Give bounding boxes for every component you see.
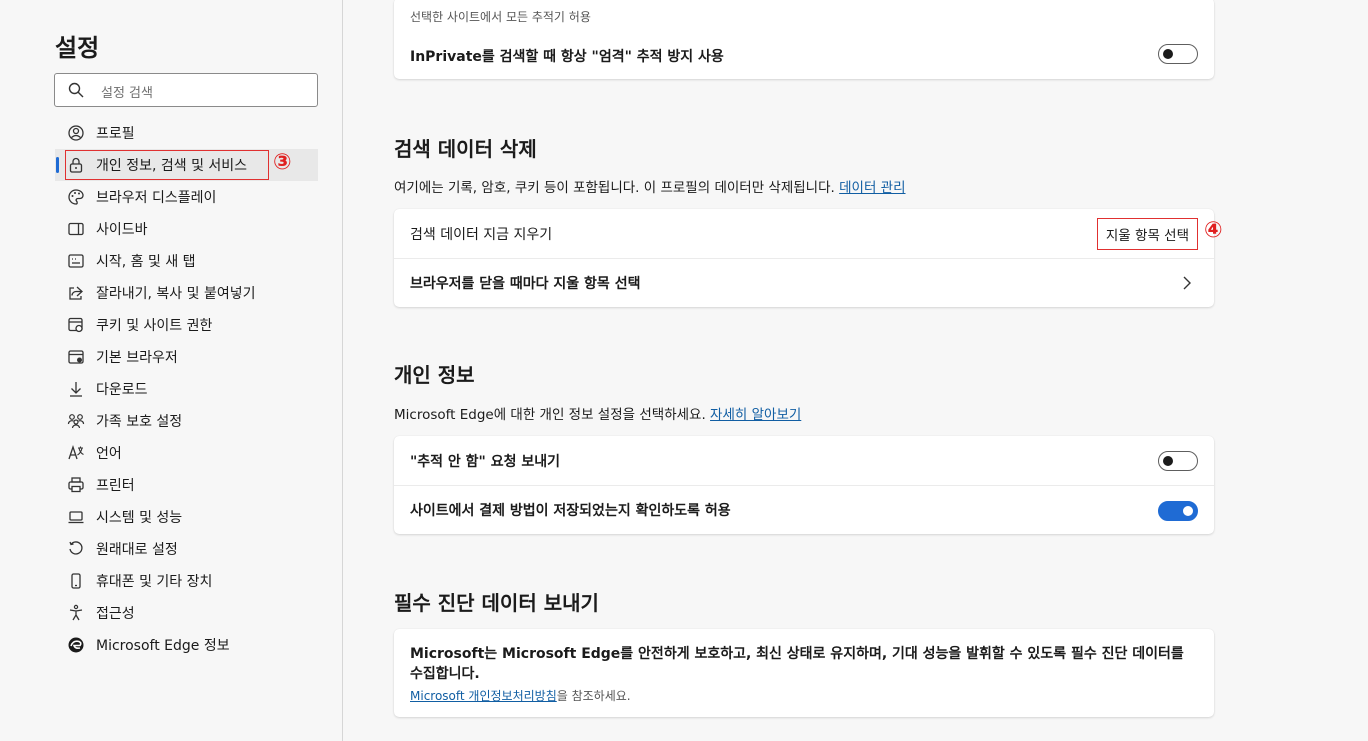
sidebar-item-label: 가족 보호 설정: [96, 414, 183, 430]
sidebar-item-label: 기본 브라우저: [96, 350, 178, 366]
home-tab-icon: [67, 252, 85, 270]
payment-check-row: 사이트에서 결제 방법이 저장되었는지 확인하도록 허용: [394, 485, 1214, 534]
sidebar-item[interactable]: 원래대로 설정: [55, 533, 318, 565]
learn-more-link[interactable]: 자세히 알아보기: [710, 407, 801, 423]
sidebar-item[interactable]: 접근성: [55, 597, 318, 629]
sidebar-icon: [67, 220, 85, 238]
sidebar-item-label: 시스템 및 성능: [96, 510, 183, 526]
toggle-knob: [1163, 49, 1173, 59]
cookie-permissions-icon: [67, 316, 85, 334]
sidebar-item-label: 잘라내기, 복사 및 붙여넣기: [96, 286, 256, 302]
settings-search-input[interactable]: 설정 검색: [54, 73, 318, 107]
step-marker-4: ④: [1204, 218, 1223, 243]
sidebar-item-label: 브라우저 디스플레이: [96, 190, 217, 206]
sidebar-item-label: 접근성: [96, 606, 135, 622]
payment-check-label: 사이트에서 결제 방법이 저장되었는지 확인하도록 허용: [410, 503, 731, 519]
inprivate-strict-toggle[interactable]: [1158, 44, 1198, 64]
clear-now-row: 검색 데이터 지금 지우기 지울 항목 선택: [394, 209, 1214, 258]
privacy-card: "추적 안 함" 요청 보내기 사이트에서 결제 방법이 저장되었는지 확인하도…: [394, 436, 1214, 534]
sidebar-item[interactable]: 프린터: [55, 469, 318, 501]
printer-icon: [67, 476, 85, 494]
sidebar-item[interactable]: 언어: [55, 437, 318, 469]
privacy-heading: 개인 정보: [394, 363, 475, 387]
manage-data-link[interactable]: 데이터 관리: [839, 180, 905, 196]
sidebar-item[interactable]: 프로필: [55, 117, 318, 149]
clear-data-card: 검색 데이터 지금 지우기 지울 항목 선택 브라우저를 닫을 때마다 지울 항…: [394, 209, 1214, 307]
search-placeholder: 설정 검색: [101, 86, 153, 101]
sidebar-item-label: 프린터: [96, 478, 135, 494]
privacy-desc-text: Microsoft Edge에 대한 개인 정보 설정을 선택하세요.: [394, 407, 706, 423]
do-not-track-label: "추적 안 함" 요청 보내기: [410, 453, 561, 470]
sidebar-item[interactable]: 잘라내기, 복사 및 붙여넣기: [55, 277, 318, 309]
download-icon: [67, 380, 85, 398]
inprivate-strict-label: InPrivate를 검색할 때 항상 "엄격" 추적 방지 사용: [410, 49, 724, 65]
diagnostics-heading: 필수 진단 데이터 보내기: [394, 591, 599, 615]
toggle-knob: [1163, 456, 1173, 466]
clear-data-desc: 여기에는 기록, 암호, 쿠키 등이 포함됩니다. 이 프로필의 데이터만 삭제…: [394, 176, 906, 196]
default-browser-icon: [67, 348, 85, 366]
sidebar-item[interactable]: 브라우저 디스플레이: [55, 181, 318, 213]
clear-on-close-row[interactable]: 브라우저를 닫을 때마다 지울 항목 선택: [394, 258, 1214, 307]
accessibility-icon: [67, 604, 85, 622]
tracking-card: 선택한 사이트에서 모든 추적기 허용 InPrivate를 검색할 때 항상 …: [394, 0, 1214, 79]
language-icon: [67, 444, 85, 462]
do-not-track-toggle[interactable]: [1158, 451, 1198, 471]
diagnostics-footer: Microsoft 개인정보처리방침을 참조하세요.: [410, 687, 631, 704]
sidebar-item-label: 사이드바: [96, 222, 148, 238]
payment-check-toggle[interactable]: [1158, 501, 1198, 521]
sidebar-item-label: 시작, 홈 및 새 탭: [96, 254, 196, 270]
phone-icon: [67, 572, 85, 590]
sidebar-item[interactable]: 휴대폰 및 기타 장치: [55, 565, 318, 597]
laptop-icon: [67, 508, 85, 526]
choose-what-to-clear-button[interactable]: 지울 항목 선택: [1096, 218, 1198, 250]
sidebar-item-label: 개인 정보, 검색 및 서비스: [96, 158, 248, 174]
sidebar-item[interactable]: 사이드바: [55, 213, 318, 245]
sidebar-item-label: 다운로드: [96, 382, 148, 398]
profile-icon: [67, 124, 85, 142]
sidebar-item[interactable]: 쿠키 및 사이트 권한: [55, 309, 318, 341]
clear-data-desc-text: 여기에는 기록, 암호, 쿠키 등이 포함됩니다. 이 프로필의 데이터만 삭제…: [394, 180, 835, 196]
sidebar-item-label: 쿠키 및 사이트 권한: [96, 318, 213, 334]
diagnostics-body: Microsoft는 Microsoft Edge를 안전하게 보호하고, 최신…: [410, 646, 1184, 682]
privacy-statement-link[interactable]: Microsoft 개인정보처리방침: [410, 689, 557, 703]
lock-icon: [67, 156, 85, 174]
sidebar-item-label: 원래대로 설정: [96, 542, 178, 558]
sidebar-item[interactable]: 다운로드: [55, 373, 318, 405]
sidebar-item[interactable]: Microsoft Edge 정보: [55, 629, 318, 661]
settings-nav: 프로필개인 정보, 검색 및 서비스 ③ 브라우저 디스플레이사이드바시작, 홈 및…: [55, 117, 318, 661]
search-icon: [68, 82, 84, 98]
sidebar-item[interactable]: 기본 브라우저: [55, 341, 318, 373]
family-icon: [67, 412, 85, 430]
main-content: 선택한 사이트에서 모든 추적기 허용 InPrivate를 검색할 때 항상 …: [344, 0, 1368, 741]
diagnostics-card: Microsoft는 Microsoft Edge를 안전하게 보호하고, 최신…: [394, 629, 1214, 717]
tracking-subtext: 선택한 사이트에서 모든 추적기 허용: [410, 10, 591, 24]
sidebar-item[interactable]: 개인 정보, 검색 및 서비스 ③: [55, 149, 318, 181]
sidebar-item[interactable]: 시작, 홈 및 새 탭: [55, 245, 318, 277]
sidebar-item-label: 언어: [96, 446, 122, 462]
edge-logo-icon: [67, 636, 85, 654]
settings-sidebar: 설정 설정 검색 프로필개인 정보, 검색 및 서비스 ③ 브라우저 디스플레이사이…: [0, 0, 343, 741]
clear-on-close-label: 브라우저를 닫을 때마다 지울 항목 선택: [410, 276, 641, 292]
share-icon: [67, 284, 85, 302]
chevron-right-icon: [1183, 276, 1191, 290]
step-marker-3: ③: [273, 150, 292, 175]
clear-data-heading: 검색 데이터 삭제: [394, 137, 537, 161]
sidebar-item-label: Microsoft Edge 정보: [96, 638, 230, 654]
toggle-knob: [1183, 506, 1193, 516]
sidebar-item[interactable]: 시스템 및 성능: [55, 501, 318, 533]
sidebar-item-label: 프로필: [96, 126, 135, 142]
clear-now-label: 검색 데이터 지금 지우기: [410, 226, 553, 243]
reset-icon: [67, 540, 85, 558]
settings-title: 설정: [55, 34, 100, 62]
sidebar-item-label: 휴대폰 및 기타 장치: [96, 574, 213, 590]
privacy-desc: Microsoft Edge에 대한 개인 정보 설정을 선택하세요. 자세히 …: [394, 403, 801, 423]
palette-icon: [67, 188, 85, 206]
do-not-track-row: "추적 안 함" 요청 보내기: [394, 436, 1214, 485]
privacy-statement-suffix: 을 참조하세요.: [556, 689, 631, 703]
sidebar-item[interactable]: 가족 보호 설정: [55, 405, 318, 437]
